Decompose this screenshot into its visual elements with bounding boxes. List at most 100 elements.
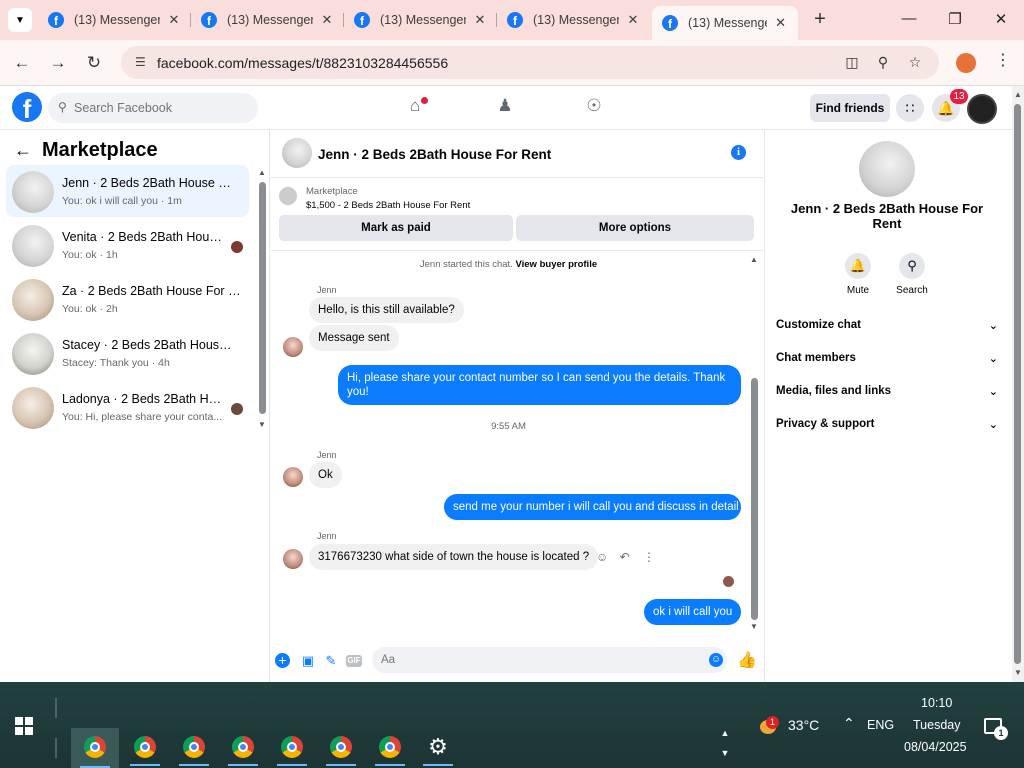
emoji-icon[interactable]: ☺ bbox=[709, 653, 723, 667]
menu-grid-icon[interactable]: ∷ bbox=[896, 94, 924, 122]
react-emoji-icon[interactable]: ☺ bbox=[596, 550, 608, 564]
conversation-list-scrollbar[interactable] bbox=[259, 182, 266, 414]
privacy-support-row[interactable]: Privacy & support ⌄ bbox=[776, 418, 998, 438]
sender-avatar[interactable] bbox=[283, 337, 303, 357]
minimize-button[interactable]: — bbox=[898, 10, 920, 30]
close-icon[interactable]: ✕ bbox=[472, 12, 488, 28]
language-indicator[interactable]: ENG bbox=[867, 718, 894, 732]
scroll-up-arrow-icon[interactable]: ▲ bbox=[750, 255, 758, 264]
clock-time[interactable]: 10:10 bbox=[921, 696, 952, 710]
more-options-button[interactable]: More options bbox=[516, 215, 754, 241]
scroll-down-arrow-icon[interactable]: ▼ bbox=[1014, 668, 1022, 677]
conversation-item[interactable]: Stacey · 2 Beds 2Bath House For Rent Sta… bbox=[6, 327, 249, 379]
media-files-links-row[interactable]: Media, files and links ⌄ bbox=[776, 385, 998, 405]
browser-tab-3[interactable]: f (13) Messenger ✕ bbox=[344, 6, 498, 34]
install-app-icon[interactable]: ◫ bbox=[843, 54, 861, 72]
taskbar-scroll-arrows[interactable]: ▲ ▼ bbox=[718, 728, 732, 768]
conversation-item[interactable]: Jenn · 2 Beds 2Bath House For Rent You: … bbox=[6, 165, 249, 217]
chevron-up-icon[interactable]: ⌃ bbox=[843, 715, 855, 732]
groups-icon[interactable]: ☉ bbox=[582, 96, 606, 120]
scroll-down-arrow-icon[interactable]: ▼ bbox=[258, 420, 266, 429]
browser-tab-4[interactable]: f (13) Messenger ✕ bbox=[497, 6, 651, 34]
chrome-taskbar-app[interactable] bbox=[225, 730, 261, 766]
close-icon[interactable]: ✕ bbox=[773, 15, 788, 31]
close-icon[interactable]: ✕ bbox=[625, 12, 641, 28]
friends-icon[interactable]: ♟ bbox=[493, 96, 517, 120]
incoming-message[interactable]: Message sent bbox=[309, 325, 399, 351]
chat-thumbnail[interactable] bbox=[282, 138, 312, 168]
search-action[interactable]: ⚲ Search bbox=[889, 253, 935, 296]
listing-thumbnail[interactable] bbox=[859, 141, 915, 197]
zoom-icon[interactable]: ⚲ bbox=[874, 54, 892, 72]
conversation-item[interactable]: Ladonya · 2 Beds 2Bath House For Rent Yo… bbox=[6, 381, 249, 433]
close-icon[interactable]: ✕ bbox=[166, 12, 182, 28]
conversation-item[interactable]: Venita · 2 Beds 2Bath House For Rent You… bbox=[6, 219, 249, 271]
browser-tab-2[interactable]: f (13) Messenger ✕ bbox=[191, 6, 345, 34]
sender-avatar[interactable] bbox=[283, 467, 303, 487]
find-friends-button[interactable]: Find friends bbox=[810, 94, 890, 122]
reload-button[interactable]: ↻ bbox=[84, 53, 104, 73]
info-icon[interactable]: i bbox=[731, 145, 746, 160]
scroll-up-arrow-icon[interactable]: ▲ bbox=[1014, 90, 1022, 99]
view-buyer-profile-link[interactable]: View buyer profile bbox=[515, 259, 597, 270]
sticker-icon[interactable]: ✎ bbox=[323, 653, 339, 669]
message-input[interactable] bbox=[372, 647, 727, 673]
chrome-taskbar-app[interactable] bbox=[372, 730, 408, 766]
chrome-taskbar-app[interactable] bbox=[323, 730, 359, 766]
incoming-message[interactable]: Ok bbox=[309, 462, 342, 488]
chat-title[interactable]: Jenn · 2 Beds 2Bath House For Rent bbox=[318, 147, 551, 162]
page-scrollbar[interactable]: ▲ ▼ bbox=[1012, 86, 1024, 682]
temperature[interactable]: 33°C bbox=[788, 717, 819, 733]
windows-start-icon[interactable] bbox=[15, 717, 33, 735]
bookmark-star-icon[interactable]: ☆ bbox=[906, 54, 924, 72]
incoming-message[interactable]: Hello, is this still available? bbox=[309, 297, 464, 323]
new-tab-button[interactable]: + bbox=[810, 9, 830, 30]
address-bar[interactable]: ☰ facebook.com/messages/t/88231032844565… bbox=[121, 46, 939, 79]
scroll-up-arrow-icon[interactable]: ▲ bbox=[258, 168, 266, 177]
close-window-button[interactable]: ✕ bbox=[990, 10, 1012, 30]
facebook-search[interactable]: ⚲ bbox=[48, 93, 258, 123]
photo-icon[interactable]: ▣ bbox=[300, 653, 316, 669]
page-scroll-thumb[interactable] bbox=[1014, 104, 1021, 664]
outgoing-message[interactable]: ok i will call you bbox=[644, 599, 742, 625]
chat-members-row[interactable]: Chat members ⌄ bbox=[776, 352, 998, 372]
chrome-taskbar-app[interactable] bbox=[71, 728, 119, 768]
conversation-item[interactable]: Za · 2 Beds 2Bath House For Rent You: ok… bbox=[6, 273, 249, 325]
clock-date[interactable]: 08/04/2025 bbox=[904, 740, 967, 754]
gif-icon[interactable]: GIF bbox=[346, 655, 362, 667]
account-avatar[interactable] bbox=[967, 94, 997, 124]
site-info-icon[interactable]: ☰ bbox=[135, 55, 151, 71]
chrome-taskbar-app[interactable] bbox=[176, 730, 212, 766]
forward-button[interactable]: → bbox=[48, 53, 68, 73]
customize-chat-row[interactable]: Customize chat ⌄ bbox=[776, 319, 998, 339]
mute-action[interactable]: 🔔 Mute bbox=[835, 253, 881, 296]
facebook-logo[interactable]: f bbox=[12, 92, 42, 122]
chrome-taskbar-app[interactable] bbox=[127, 730, 163, 766]
browser-profile-avatar[interactable] bbox=[956, 53, 976, 73]
back-button[interactable]: ← bbox=[12, 53, 32, 73]
mark-as-paid-button[interactable]: Mark as paid bbox=[279, 215, 513, 241]
outgoing-message[interactable]: Hi, please share your contact number so … bbox=[338, 365, 741, 405]
thumbs-up-icon[interactable]: 👍 bbox=[737, 653, 757, 669]
browser-tab-1[interactable]: f (13) Messenger ✕ bbox=[38, 6, 192, 34]
search-input[interactable] bbox=[74, 98, 249, 118]
plus-icon[interactable]: + bbox=[275, 653, 290, 668]
notification-center-icon[interactable]: 1 bbox=[984, 718, 1008, 740]
sender-avatar[interactable] bbox=[283, 549, 303, 569]
outgoing-message[interactable]: send me your number i will call you and … bbox=[444, 494, 741, 520]
more-icon[interactable]: ⋮ bbox=[643, 550, 655, 564]
close-icon[interactable]: ✕ bbox=[319, 12, 335, 28]
tab-search-button[interactable]: ▼ bbox=[8, 8, 32, 32]
chrome-taskbar-app[interactable] bbox=[274, 730, 310, 766]
settings-taskbar-app[interactable]: ⚙ bbox=[420, 730, 456, 766]
chat-scrollbar[interactable] bbox=[751, 378, 758, 620]
back-arrow-icon[interactable]: ← bbox=[14, 140, 32, 161]
scroll-down-arrow-icon[interactable]: ▼ bbox=[750, 622, 758, 631]
browser-menu-icon[interactable]: ⋮ bbox=[995, 50, 1011, 74]
browser-tab-5-active[interactable]: f (13) Messenger ✕ bbox=[652, 6, 798, 40]
restore-button[interactable]: ❐ bbox=[944, 10, 966, 30]
clock-day[interactable]: Tuesday bbox=[913, 718, 960, 732]
reply-icon[interactable]: ↶ bbox=[620, 550, 630, 564]
weather-icon[interactable]: 1 bbox=[757, 716, 779, 736]
incoming-message[interactable]: 3176673230 what side of town the house i… bbox=[309, 544, 599, 570]
